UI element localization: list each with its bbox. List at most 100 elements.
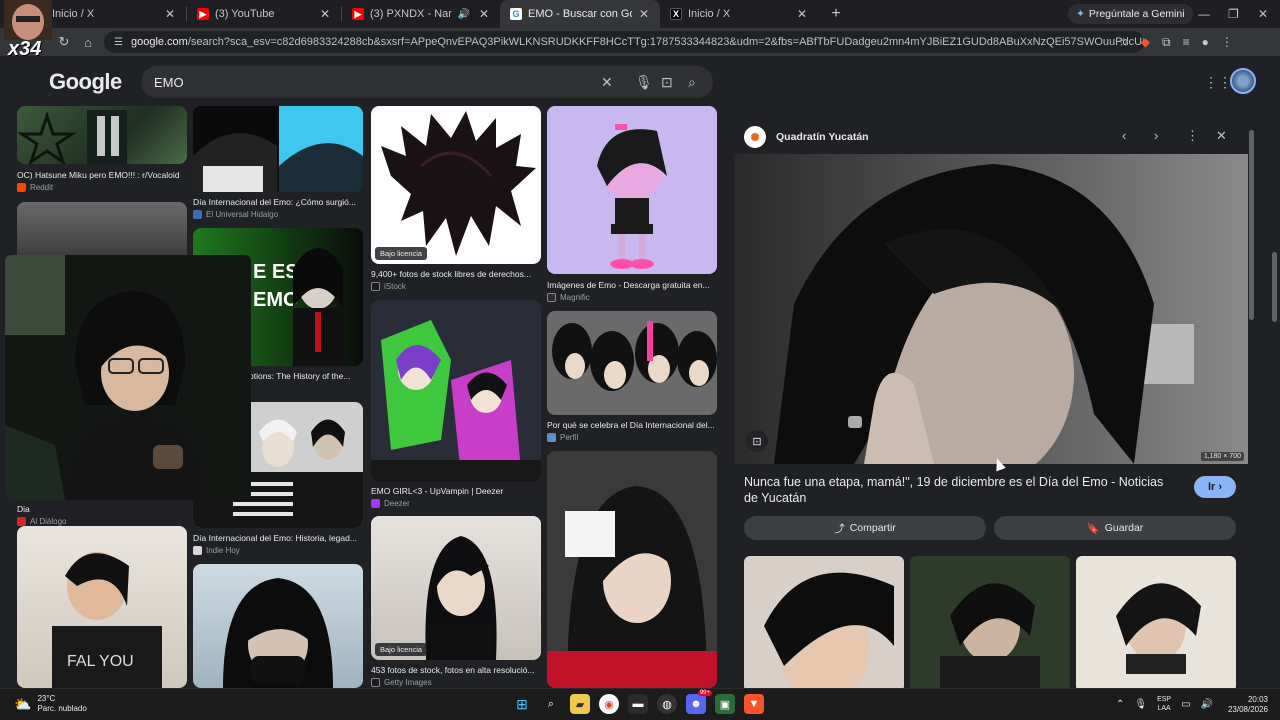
result-source[interactable]: Reddit: [17, 183, 53, 192]
more-options-icon[interactable]: ⋮: [1186, 128, 1199, 144]
chevron-up-icon[interactable]: ⌃: [1116, 699, 1124, 710]
lens-camera-icon[interactable]: ⊡: [661, 74, 673, 91]
tab-pxndx[interactable]: ▶ (3) PXNDX - Narcisista por 🔊 ✕: [342, 0, 500, 28]
file-explorer-icon[interactable]: ▰: [570, 694, 590, 714]
account-avatar[interactable]: [1230, 68, 1256, 94]
share-button[interactable]: ⤴ Compartir: [744, 516, 986, 540]
tab-google-search[interactable]: G EMO - Buscar con Google ✕: [500, 0, 660, 28]
result-source[interactable]: iStock: [371, 282, 406, 291]
reload-icon[interactable]: ↻: [52, 34, 76, 50]
bookmark-star-icon[interactable]: ☆: [1118, 35, 1129, 49]
result-thumbnail[interactable]: Bajo licencia: [371, 106, 541, 264]
lens-search-icon[interactable]: ⊡: [746, 430, 768, 452]
result-caption[interactable]: EMO GIRL<3 - UpVampin | Deezer: [371, 486, 541, 496]
tab-youtube[interactable]: ▶ (3) YouTube ✕: [187, 0, 341, 28]
related-image[interactable]: [744, 556, 904, 688]
close-tab-icon[interactable]: ✕: [636, 7, 652, 21]
result-caption[interactable]: 9,400+ fotos de stock libres de derechos…: [371, 269, 541, 279]
page-scrollbar[interactable]: [1272, 252, 1277, 322]
result-source[interactable]: Getty Images: [371, 678, 432, 687]
microphone-icon[interactable]: 🎙: [1134, 699, 1147, 710]
result-caption[interactable]: OC) Hatsune Miku pero EMO!!! : r/Vocaloi…: [17, 170, 187, 180]
maximize-button[interactable]: ❐: [1228, 0, 1239, 28]
close-tab-icon[interactable]: ✕: [317, 7, 333, 21]
result-source[interactable]: Al Diálogo: [17, 517, 66, 526]
minimize-button[interactable]: —: [1198, 0, 1210, 28]
home-icon[interactable]: ⌂: [76, 35, 100, 50]
preview-source[interactable]: ✺ Quadratín Yucatán: [744, 126, 869, 148]
result-thumbnail[interactable]: [547, 451, 717, 688]
close-window-button[interactable]: ✕: [1258, 0, 1268, 28]
result-thumbnail[interactable]: [547, 311, 717, 415]
result-thumbnail[interactable]: [371, 300, 541, 482]
related-image[interactable]: [910, 556, 1070, 688]
result-caption[interactable]: Por qué se celebra el Día Internacional …: [547, 420, 717, 430]
chrome-icon[interactable]: ◉: [599, 694, 619, 714]
google-logo[interactable]: Google: [49, 69, 122, 95]
gemini-button[interactable]: ✦ Pregúntale a Gemini: [1068, 4, 1193, 24]
close-tab-icon[interactable]: ✕: [476, 7, 492, 21]
windows-start-icon[interactable]: ⊞: [512, 694, 532, 714]
brave-icon[interactable]: ▼: [744, 694, 764, 714]
result-thumbnail[interactable]: [17, 106, 187, 164]
result-source[interactable]: El Universal Hidalgo: [193, 210, 278, 219]
search-box[interactable]: ✕ 🎙 ⊡ ⌕: [141, 66, 713, 98]
save-button[interactable]: 🔖 Guardar: [994, 516, 1236, 540]
media-control-icon[interactable]: ≡: [1183, 35, 1190, 49]
clear-icon[interactable]: ✕: [601, 74, 613, 91]
brave-extension-icon[interactable]: ◆: [1141, 35, 1150, 49]
language-code: ESP: [1157, 696, 1172, 703]
address-bar[interactable]: ☰ google.com /search?sca_esv=c82d6983324…: [104, 31, 1144, 53]
result-thumbnail[interactable]: [17, 202, 187, 260]
source-favicon-icon: [371, 282, 380, 291]
profile-icon[interactable]: ●: [1202, 35, 1209, 49]
console-icon[interactable]: ▣: [715, 694, 735, 714]
result-thumbnail[interactable]: FAL YOU: [17, 526, 187, 688]
result-thumbnail[interactable]: [547, 106, 717, 274]
discord-icon[interactable]: ☻ 99+: [686, 690, 712, 714]
go-to-site-button[interactable]: Ir ›: [1194, 476, 1236, 498]
previous-icon[interactable]: ‹: [1122, 128, 1126, 143]
speaker-icon[interactable]: 🔊: [456, 9, 472, 20]
site-info-icon[interactable]: ☰: [114, 37, 123, 48]
network-icon[interactable]: ▭: [1181, 699, 1190, 710]
close-tab-icon[interactable]: ✕: [794, 7, 810, 21]
search-icon[interactable]: ⌕: [541, 694, 561, 714]
source-label: Indie Hoy: [206, 546, 240, 555]
search-input[interactable]: [154, 74, 574, 90]
volume-icon[interactable]: 🔊: [1201, 699, 1213, 710]
language-indicator[interactable]: ESP LAA: [1157, 695, 1171, 713]
result-source[interactable]: Magnific: [547, 293, 590, 302]
new-tab-button[interactable]: +: [824, 5, 848, 23]
result-caption[interactable]: otions: The History of the...: [249, 371, 363, 381]
weather-widget[interactable]: ⛅ 23°C Parc. nublado: [14, 694, 87, 714]
result-caption[interactable]: Día Internacional del Emo: Historia, leg…: [193, 533, 363, 543]
close-icon[interactable]: ✕: [1216, 128, 1227, 144]
microphone-icon[interactable]: 🎙: [635, 74, 653, 91]
next-icon[interactable]: ›: [1154, 128, 1158, 143]
result-caption[interactable]: Imágenes de Emo - Descarga gratuita en..…: [547, 280, 717, 290]
result-caption[interactable]: Dia: [17, 504, 187, 514]
extensions-puzzle-icon[interactable]: ⧉: [1162, 35, 1171, 50]
terminal-icon[interactable]: ▬: [628, 694, 648, 714]
preview-image[interactable]: ⊡ 1,180 × 700: [734, 154, 1248, 464]
result-source[interactable]: Deezer: [371, 499, 410, 508]
result-caption[interactable]: Día Internacional del Emo: ¿Cómo surgió.…: [193, 197, 363, 207]
result-source[interactable]: Perfil: [547, 433, 578, 442]
obs-icon[interactable]: ◍: [657, 694, 677, 714]
result-thumbnail[interactable]: [193, 106, 363, 192]
result-thumbnail[interactable]: Bajo licencia: [371, 516, 541, 660]
close-tab-icon[interactable]: ✕: [162, 7, 178, 21]
source-label: iStock: [384, 282, 406, 291]
related-image[interactable]: [1076, 556, 1236, 688]
result-source[interactable]: Indie Hoy: [193, 546, 240, 555]
bookmark-icon: 🔖: [1086, 522, 1100, 535]
result-caption[interactable]: 453 fotos de stock, fotos en alta resolu…: [371, 665, 541, 675]
search-icon[interactable]: ⌕: [688, 74, 696, 91]
system-clock[interactable]: 20:03 23/08/2026: [1222, 695, 1268, 715]
panel-scrollbar[interactable]: [1249, 130, 1254, 320]
menu-kebab-icon[interactable]: ⋮: [1221, 35, 1233, 49]
result-thumbnail[interactable]: [193, 564, 363, 688]
preview-title[interactable]: Nunca fue una etapa, mamá!", 19 de dicie…: [744, 474, 1164, 506]
tab-x-home-2[interactable]: X Inicio / X ✕: [660, 0, 818, 28]
